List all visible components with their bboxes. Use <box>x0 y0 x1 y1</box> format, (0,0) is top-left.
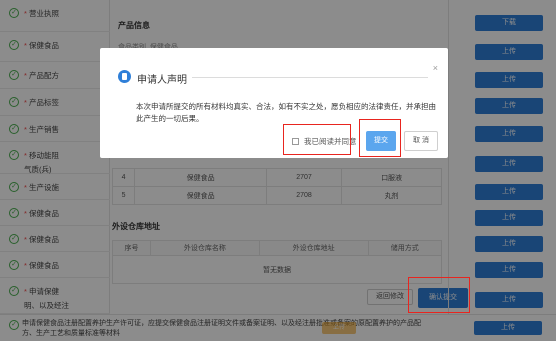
highlight-confirm <box>408 277 470 313</box>
cancel-button[interactable]: 取 消 <box>404 131 438 151</box>
highlight-submit <box>359 119 401 157</box>
highlight-agree <box>283 124 351 155</box>
close-icon[interactable]: × <box>433 63 438 73</box>
dialog-title: 申请人声明 <box>137 75 187 86</box>
title-divider <box>192 77 428 78</box>
document-icon <box>118 70 131 83</box>
